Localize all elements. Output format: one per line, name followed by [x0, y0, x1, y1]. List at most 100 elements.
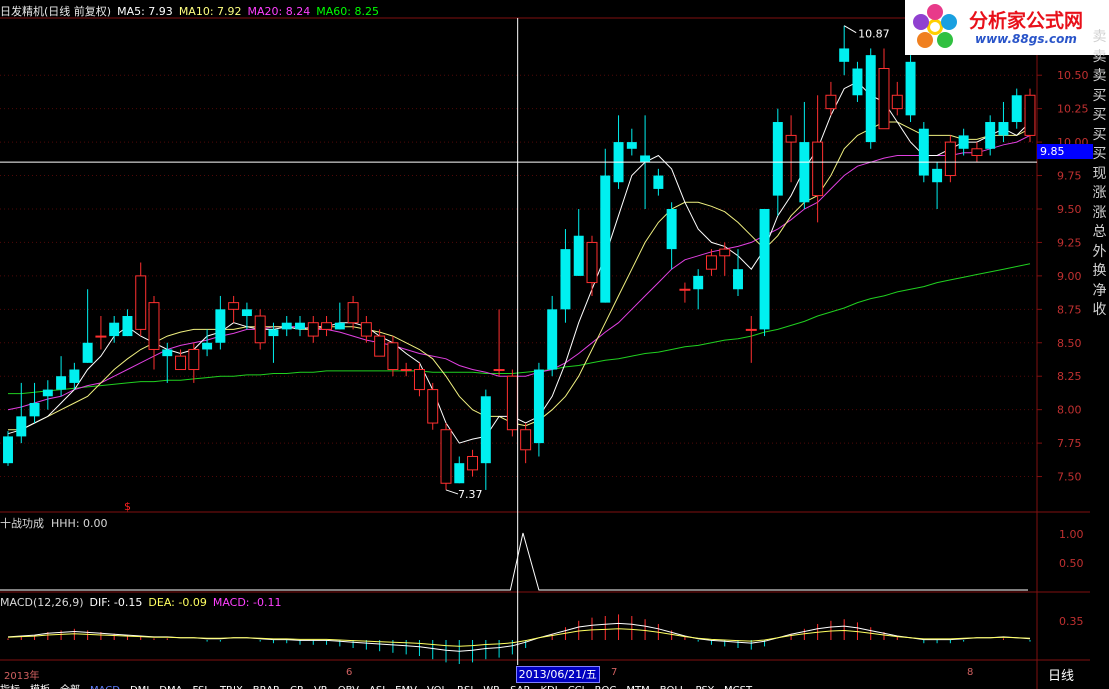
candle-body-71 [944, 141, 956, 177]
candle-22 [295, 316, 305, 337]
candle-55 [733, 249, 743, 296]
candle-61 [812, 95, 824, 223]
period-label[interactable]: 日线 [1048, 665, 1074, 684]
price-label-5: 9.25 [1057, 236, 1082, 249]
candle-43 [573, 208, 584, 276]
tab-trix[interactable]: TRIX [220, 685, 243, 689]
candle-57 [759, 208, 770, 337]
price-label-6: 9.00 [1057, 270, 1082, 283]
macd-name[interactable]: MACD(12,26,9) [0, 596, 84, 609]
candle-body-26 [347, 302, 359, 324]
ma20-line [7, 134, 1031, 411]
candle-25 [334, 302, 345, 330]
candle-62 [825, 81, 837, 116]
ind-axis-label-1: 0.50 [1059, 557, 1084, 570]
candle-body-52 [693, 275, 704, 290]
macd-dif: DIF: -0.15 [89, 596, 143, 609]
tab-roc[interactable]: ROC [595, 685, 617, 689]
candle-46 [613, 115, 624, 189]
tab-brar[interactable]: BRAR [253, 685, 280, 689]
tab-指标[interactable]: 指标 [0, 685, 20, 689]
candle-76 [1011, 88, 1022, 129]
date-label-6: 6 [346, 667, 353, 678]
logo-url: www.88gs.com [975, 32, 1077, 46]
price-label-3: 9.75 [1057, 170, 1082, 183]
tab-模板[interactable]: 模板 [30, 685, 50, 689]
candle-body-15 [202, 342, 213, 350]
tab-mtm[interactable]: MTM [626, 685, 649, 689]
candle-body-35 [467, 455, 479, 471]
kline-chart[interactable]: 10.5010.2510.009.759.509.259.008.758.508… [0, 0, 1109, 689]
tab-cr[interactable]: CR [290, 685, 304, 689]
candle-77 [1024, 88, 1036, 143]
tab-sar[interactable]: SAR [510, 685, 530, 689]
candle-7 [95, 316, 107, 350]
candle-body-61 [812, 141, 824, 197]
price-label-10: 8.00 [1057, 404, 1082, 417]
candle-67 [891, 81, 903, 116]
candle-32 [427, 382, 439, 430]
side-label-1: 卖 [1092, 48, 1107, 65]
date-label-7: 7 [611, 667, 618, 678]
indicator-name[interactable]: 十战功成 [0, 517, 44, 530]
candle-body-1 [16, 416, 27, 437]
side-label-9: 涨 [1092, 204, 1107, 221]
candle-19 [254, 309, 266, 350]
candle-1 [16, 382, 27, 444]
candle-body-27 [360, 322, 372, 337]
tab-wr[interactable]: WR [483, 685, 500, 689]
tab-emv[interactable]: EMV [395, 685, 417, 689]
tab-psy[interactable]: PSY [696, 685, 715, 689]
tab-vol[interactable]: VOL [427, 685, 447, 689]
candle-body-21 [281, 322, 292, 330]
price-label-1: 10.25 [1057, 103, 1089, 116]
candle-63 [839, 25, 850, 76]
candle-body-25 [334, 322, 345, 330]
tab-boll[interactable]: BOLL [660, 685, 686, 689]
candle-29 [387, 336, 399, 377]
high-arrow [843, 25, 857, 34]
price-label-7: 8.75 [1057, 303, 1082, 316]
tab-全部[interactable]: 全部 [60, 685, 80, 689]
ma5-path [7, 81, 1031, 444]
candle-71 [944, 135, 956, 183]
candle-38 [506, 369, 518, 437]
macd-macd: MACD: -0.11 [212, 596, 282, 609]
candle-body-51 [679, 288, 691, 291]
candle-54 [719, 242, 731, 276]
ma60-path [8, 263, 1031, 395]
tab-kdj[interactable]: KDJ [540, 685, 557, 689]
candle-30 [400, 362, 412, 377]
candle-body-37 [493, 369, 505, 372]
tab-dma[interactable]: DMA [159, 685, 182, 689]
candle-body-77 [1024, 94, 1036, 136]
side-label-11: 外 [1092, 243, 1107, 260]
tab-mcst[interactable]: MCST [724, 685, 752, 689]
candle-body-53 [705, 255, 717, 270]
candle-body-8 [109, 322, 120, 337]
tab-fsl[interactable]: FSL [192, 685, 210, 689]
candle-59 [785, 115, 797, 183]
candle-40 [533, 362, 544, 457]
side-label-5: 买 [1092, 126, 1107, 143]
candle-35 [467, 449, 479, 477]
candle-body-36 [480, 396, 491, 464]
tab-dmi[interactable]: DMI [130, 685, 149, 689]
tab-macd[interactable]: MACD [90, 685, 120, 689]
candle-75 [998, 101, 1009, 143]
candle-0 [3, 431, 13, 466]
tab-obv[interactable]: OBV [338, 685, 359, 689]
date-label-8: 8 [967, 667, 974, 678]
side-info-column: 卖卖卖买买买买现涨涨总外换净收 [1090, 28, 1109, 321]
tab-rsi[interactable]: RSI [457, 685, 473, 689]
candle-body-73 [971, 148, 983, 156]
tab-asi[interactable]: ASI [369, 685, 385, 689]
candle-64 [852, 61, 863, 102]
candle-65 [865, 48, 876, 149]
candle-47 [626, 128, 637, 156]
side-label-3: 买 [1092, 87, 1107, 104]
candle-50 [666, 202, 677, 270]
tab-vr[interactable]: VR [314, 685, 328, 689]
candle-body-65 [865, 55, 876, 143]
tab-cci[interactable]: CCI [568, 685, 585, 689]
